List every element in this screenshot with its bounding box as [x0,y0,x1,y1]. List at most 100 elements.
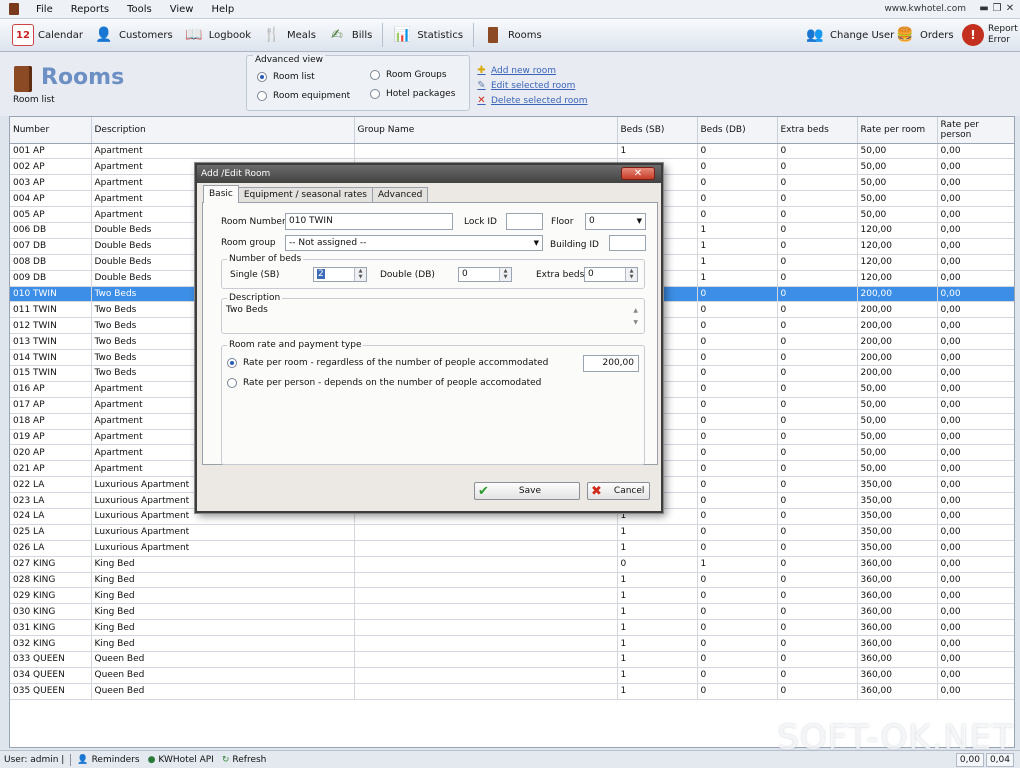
table-cell: 1 [617,540,698,557]
table-cell: 001 AP [10,143,92,160]
radio-rate-per-room[interactable]: Rate per room - regardless of the number… [227,358,548,368]
restore-icon[interactable]: ❐ [991,3,1003,15]
bills-button[interactable]: ✍ Bills [322,21,376,50]
statistics-label: Statistics [417,29,464,41]
room-number-input[interactable]: 010 TWIN [285,213,453,230]
single-beds-stepper[interactable]: 2 ▲ ▼ [313,267,367,282]
column-header[interactable]: Extra beds [777,117,858,144]
table-cell: 0 [697,349,778,366]
column-header[interactable]: Beds (SB) [617,117,698,144]
tab-basic[interactable]: Basic [203,185,239,203]
calendar-button[interactable]: 12 Calendar [8,21,87,50]
table-row[interactable]: 032 KING King Bed 1 0 0 360,00 0,00 [10,635,1014,652]
delete-room-link[interactable]: ✕ Delete selected room [476,93,587,108]
column-header[interactable]: Number [10,117,92,144]
add-room-link[interactable]: ✚ Add new room [476,63,588,78]
table-cell: 0 [777,365,858,382]
logbook-button[interactable]: 📖 Logbook [179,21,255,50]
rate-value-input[interactable]: 200,00 [583,355,639,372]
spin-arrows-icon[interactable]: ▲ ▼ [354,268,366,281]
column-header[interactable]: Group Name [354,117,618,144]
table-row[interactable]: 026 LA Luxurious Apartment 1 0 0 350,00 0,00 [10,540,1014,557]
table-cell: 025 LA [10,524,92,541]
extra-beds-value: 0 [588,269,594,279]
table-row[interactable]: 030 KING King Bed 1 0 0 360,00 0,00 [10,603,1014,621]
spin-arrows-icon[interactable]: ▲ ▼ [499,268,511,281]
table-row[interactable]: 033 QUEEN Queen Bed 1 0 0 360,00 0,00 [10,651,1014,668]
table-cell [354,635,618,652]
table-cell: 006 DB [10,222,92,239]
floor-select[interactable]: 0 ▼ [585,213,646,230]
table-cell [354,651,618,668]
description-textarea[interactable]: Two Beds [226,305,626,331]
radio-rate-per-person[interactable]: Rate per person - depends on the number … [227,378,541,388]
cancel-button[interactable]: ✖ Cancel [587,482,650,500]
site-link[interactable]: www.kwhotel.com [884,0,966,19]
minimize-icon[interactable]: ▬ [978,3,990,15]
table-cell: 022 LA [10,476,92,494]
table-cell: 035 QUEEN [10,683,92,700]
extra-beds-stepper[interactable]: 0 ▲ ▼ [584,267,638,282]
dialog-close-button[interactable]: ✕ [621,167,655,180]
status-user: User: admin | [4,754,65,765]
save-button[interactable]: ✔ Save [474,482,580,500]
table-row[interactable]: 027 KING King Bed 0 1 0 360,00 0,00 [10,556,1014,573]
table-row[interactable]: 025 LA Luxurious Apartment 1 0 0 350,00 0,00 [10,524,1014,541]
table-row[interactable]: 028 KING King Bed 1 0 0 360,00 0,00 [10,572,1014,589]
building-id-input[interactable] [609,235,646,251]
table-cell: 034 QUEEN [10,667,92,684]
radio-room-groups[interactable]: Room Groups [370,70,447,80]
table-cell: 0 [777,333,858,351]
customers-icon: 👤 [95,27,113,43]
radio-hotel-packages[interactable]: Hotel packages [370,89,455,99]
radio-room-equipment[interactable]: Room equipment [257,91,350,101]
tab-equipment[interactable]: Equipment / seasonal rates [237,187,373,203]
table-cell: 024 LA [10,508,92,525]
column-header[interactable]: Description [91,117,355,144]
lock-id-input[interactable] [506,213,543,230]
change-user-button[interactable]: 👥 Change User [800,21,898,50]
meals-button[interactable]: 🍴 Meals [257,21,320,50]
reminders-button[interactable]: 👤 Reminders [73,755,143,765]
api-button[interactable]: ● KWHotel API [144,755,218,765]
refresh-button[interactable]: ↻ Refresh [218,755,271,765]
table-cell: 0 [777,301,858,319]
customers-button[interactable]: 👤 Customers [89,21,177,50]
menu-view[interactable]: View [161,0,203,19]
table-row[interactable]: 034 QUEEN Queen Bed 1 0 0 360,00 0,00 [10,667,1014,684]
column-header[interactable]: Rate per room [857,117,938,144]
table-cell: 50,00 [857,174,938,192]
table-row[interactable]: 031 KING King Bed 1 0 0 360,00 0,00 [10,619,1014,637]
change-user-icon: 👥 [806,27,824,43]
radio-room-list[interactable]: Room list [257,72,315,82]
statistics-button[interactable]: 📊 Statistics [387,21,467,50]
table-cell: 0 [777,397,858,414]
table-row[interactable]: 001 AP Apartment 1 0 0 50,00 0,00 [10,143,1014,160]
menu-tools[interactable]: Tools [118,0,161,19]
checkmark-icon: ✔ [478,483,489,499]
menu-reports[interactable]: Reports [62,0,118,19]
double-beds-stepper[interactable]: 0 ▲ ▼ [458,267,512,282]
table-row[interactable]: 029 KING King Bed 1 0 0 360,00 0,00 [10,587,1014,605]
table-row[interactable]: 035 QUEEN Queen Bed 1 0 0 360,00 0,00 [10,683,1014,700]
edit-room-link[interactable]: ✎ Edit selected room [476,78,588,93]
close-icon[interactable]: ✕ [1004,3,1016,15]
column-header[interactable]: Rate per person [937,117,1014,144]
bills-icon: ✍ [331,27,343,43]
table-cell: 0 [777,381,858,398]
menu-help[interactable]: Help [202,0,243,19]
report-error-button[interactable]: ! Report Error [958,21,1020,50]
tab-advanced[interactable]: Advanced [371,187,429,203]
table-cell: 1 [617,635,698,652]
orders-button[interactable]: 🍔 Orders [890,21,958,50]
menu-file[interactable]: File [27,0,62,19]
scrollbar-arrows-icon[interactable]: ▲ ▼ [633,305,638,329]
table-cell: 50,00 [857,206,938,223]
table-cell: 0,00 [937,365,1014,382]
table-cell: 0,00 [937,158,1014,176]
table-cell: 0 [617,556,698,573]
column-header[interactable]: Beds (DB) [697,117,778,144]
rooms-button[interactable]: Rooms [478,21,546,50]
spin-arrows-icon[interactable]: ▲ ▼ [625,268,637,281]
room-group-select[interactable]: -- Not assigned -- ▼ [285,235,543,251]
